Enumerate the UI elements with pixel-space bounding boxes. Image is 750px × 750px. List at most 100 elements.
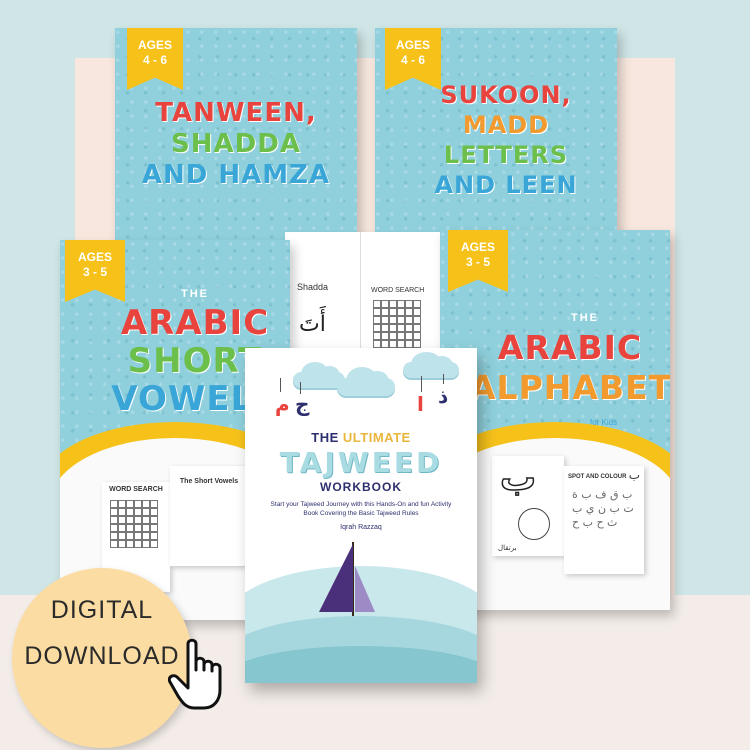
ages-ribbon: AGES 4 - 6	[127, 28, 183, 90]
grid-cell	[150, 516, 158, 524]
grid-cell	[373, 340, 381, 348]
grid-cell	[150, 532, 158, 540]
badge-line1: DIGITAL	[50, 596, 154, 624]
grid-cell	[405, 340, 413, 348]
short-vowels-page: The Short Vowels	[170, 466, 248, 566]
grid-cell	[389, 300, 397, 308]
grid-cell	[118, 532, 126, 540]
grid-cell	[142, 524, 150, 532]
grid-cell	[110, 540, 118, 548]
grid-cell	[381, 300, 389, 308]
word-search-grid	[373, 300, 421, 348]
main-author: Iqrah Razzaq	[340, 524, 382, 531]
grid-cell	[126, 524, 134, 532]
grid-cell	[142, 516, 150, 524]
grid-cell	[150, 500, 158, 508]
grid-cell	[134, 508, 142, 516]
grid-cell	[134, 532, 142, 540]
spot-title: SPOT AND COLOUR	[568, 474, 627, 480]
grid-cell	[126, 508, 134, 516]
grid-cell	[110, 516, 118, 524]
pointing-hand-icon	[168, 638, 222, 710]
hanging-letter-jeem: ج	[295, 392, 310, 416]
letter-glyph: ب	[499, 457, 537, 500]
main-book-cover: م ج ا ذ THE ULTIMATE TAJWEED WORKBOOK St…	[245, 348, 477, 683]
main-title-line1: THE ULTIMATE	[311, 430, 411, 445]
book-tanween: AGES 4 - 6 TANWEEN, SHADDA AND HAMZA	[115, 28, 357, 250]
grid-cell	[389, 340, 397, 348]
wave-front	[245, 646, 477, 683]
the-label: THE	[181, 288, 209, 300]
grid-cell	[118, 500, 126, 508]
spot-and-colour-page: SPOT AND COLOUR ب ب ق ف ب ة ت ب ن ي ب ث …	[564, 466, 644, 574]
grid-cell	[413, 300, 421, 308]
grid-cell	[110, 508, 118, 516]
main-title-workbook: WORKBOOK	[320, 480, 402, 494]
grid-cell	[381, 308, 389, 316]
cloud-icon	[337, 367, 395, 396]
grid-cell	[150, 508, 158, 516]
grid-cell	[413, 340, 421, 348]
grid-cell	[134, 500, 142, 508]
grid-cell	[389, 308, 397, 316]
grid-cell	[405, 308, 413, 316]
grid-cell	[118, 516, 126, 524]
cover-title: SUKOON, MADD LETTERS AND LEEN	[434, 81, 578, 199]
grid-cell	[118, 540, 126, 548]
hanging-letter-dhal: ذ	[438, 384, 449, 408]
orange-icon	[518, 508, 550, 540]
letter-page: ب برتقال	[492, 456, 564, 556]
spot-letter: ب	[628, 468, 640, 482]
grid-cell	[126, 532, 134, 540]
grid-cell	[397, 340, 405, 348]
grid-cell	[150, 524, 158, 532]
grid-cell	[405, 316, 413, 324]
digital-download-badge: DIGITAL DOWNLOAD	[12, 568, 192, 748]
grid-cell	[381, 316, 389, 324]
spot-letters-scatter: ب ق ف ب ة ت ب ن ي ب ث ح ب ح	[572, 488, 634, 529]
grid-cell	[142, 532, 150, 540]
grid-cell	[134, 524, 142, 532]
grid-cell	[381, 324, 389, 332]
grid-cell	[397, 316, 405, 324]
book-sukoon: AGES 4 - 6 SUKOON, MADD LETTERS AND LEEN	[375, 28, 617, 250]
grid-cell	[142, 508, 150, 516]
grid-cell	[413, 332, 421, 340]
grid-cell	[397, 324, 405, 332]
grid-cell	[126, 540, 134, 548]
grid-cell	[110, 500, 118, 508]
word-search-grid	[110, 500, 158, 548]
hanging-letter-meem: م	[275, 392, 290, 416]
grid-cell	[150, 540, 158, 548]
grid-cell	[405, 300, 413, 308]
grid-cell	[126, 516, 134, 524]
caption: برتقال	[498, 545, 517, 552]
grid-cell	[134, 516, 142, 524]
grid-cell	[405, 324, 413, 332]
spread-left-glyph: أَتَ	[299, 312, 326, 337]
grid-cell	[389, 316, 397, 324]
grid-cell	[381, 340, 389, 348]
grid-cell	[413, 316, 421, 324]
grid-cell	[373, 308, 381, 316]
main-title-tajweed: TAJWEED	[279, 446, 443, 479]
grid-cell	[397, 300, 405, 308]
hanging-letter-alif: ا	[417, 392, 424, 416]
grid-cell	[142, 500, 150, 508]
grid-cell	[381, 332, 389, 340]
grid-cell	[389, 324, 397, 332]
ages-ribbon: AGES 3 - 5	[448, 230, 508, 292]
the-label: THE	[571, 312, 599, 324]
grid-cell	[389, 332, 397, 340]
grid-cell	[134, 540, 142, 548]
grid-cell	[413, 324, 421, 332]
grid-cell	[118, 508, 126, 516]
grid-cell	[373, 332, 381, 340]
grid-cell	[118, 524, 126, 532]
grid-cell	[110, 532, 118, 540]
grid-cell	[397, 308, 405, 316]
badge-line2: DOWNLOAD	[24, 642, 180, 670]
grid-cell	[373, 316, 381, 324]
cover-title: TANWEEN, SHADDA AND HAMZA	[141, 98, 331, 190]
grid-cell	[405, 332, 413, 340]
